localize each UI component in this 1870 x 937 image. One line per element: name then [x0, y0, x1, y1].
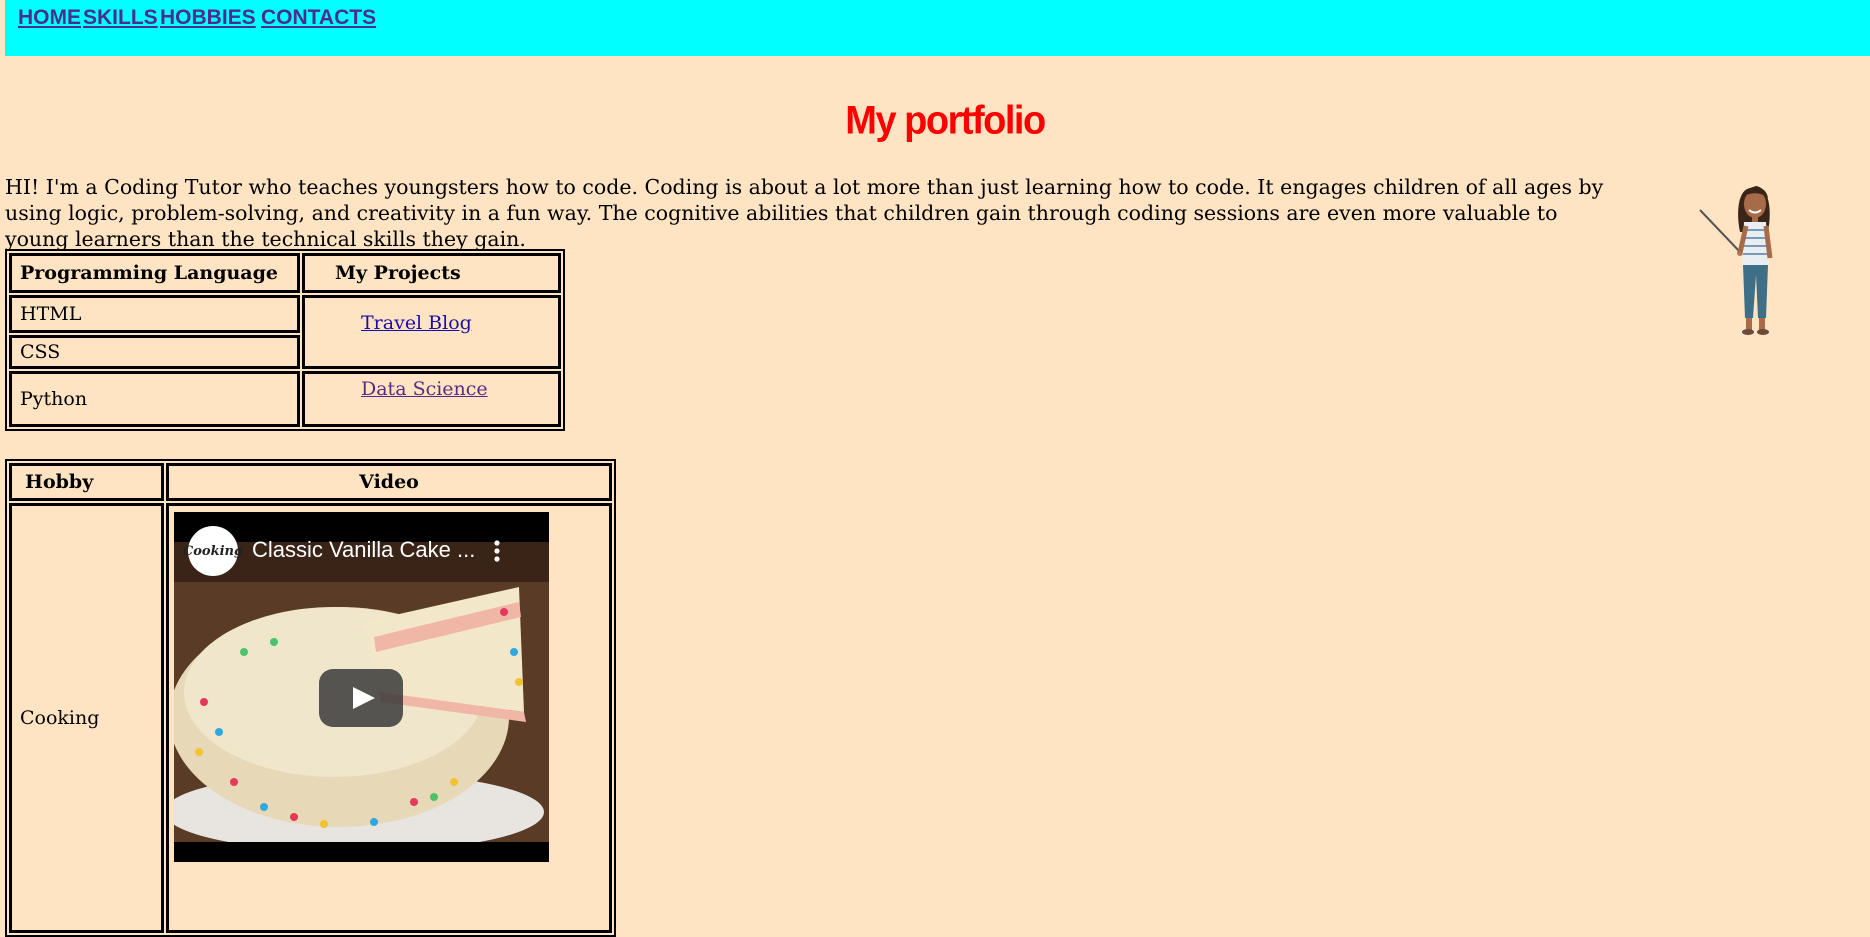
hobby-table: Hobby Video Cooking Cooking Classic Vani…: [5, 459, 616, 937]
language-python: Python: [9, 371, 300, 427]
language-css: CSS: [9, 335, 300, 369]
nav-home-link[interactable]: HOME: [18, 6, 81, 30]
language-html: HTML: [9, 295, 300, 333]
project-data-science-link[interactable]: Data Science: [361, 378, 488, 400]
video-player[interactable]: Cooking Classic Vanilla Cake ...: [174, 512, 549, 862]
channel-logo[interactable]: Cooking: [183, 526, 243, 576]
nav-contacts-link[interactable]: CONTACTS: [261, 6, 376, 30]
nav-hobbies-link[interactable]: HOBBIES: [160, 6, 256, 30]
header-programming-language: Programming Language: [9, 253, 300, 293]
more-options-icon[interactable]: [492, 538, 502, 564]
header-my-projects: My Projects: [302, 253, 561, 293]
project-travel-blog-cell: Travel Blog: [302, 295, 561, 369]
skills-table: Programming Language My Projects HTML Tr…: [5, 249, 565, 431]
video-cell: Cooking Classic Vanilla Cake ...: [166, 503, 612, 933]
nav-skills-link[interactable]: SKILLS: [83, 6, 158, 30]
page-title: My portfolio: [845, 98, 1046, 144]
header-hobby: Hobby: [9, 463, 164, 501]
video-title[interactable]: Classic Vanilla Cake ...: [252, 537, 475, 563]
project-travel-blog-link[interactable]: Travel Blog: [361, 312, 472, 334]
navbar: HOME SKILLS HOBBIES CONTACTS: [5, 0, 1870, 56]
header-video: Video: [166, 463, 612, 501]
project-data-science-cell: Data Science: [302, 371, 561, 427]
youtube-play-icon[interactable]: [319, 669, 403, 727]
intro-paragraph: HI! I'm a Coding Tutor who teaches young…: [5, 175, 1604, 251]
hobby-cooking: Cooking: [9, 503, 164, 933]
teacher-illustration: [1699, 186, 1773, 335]
